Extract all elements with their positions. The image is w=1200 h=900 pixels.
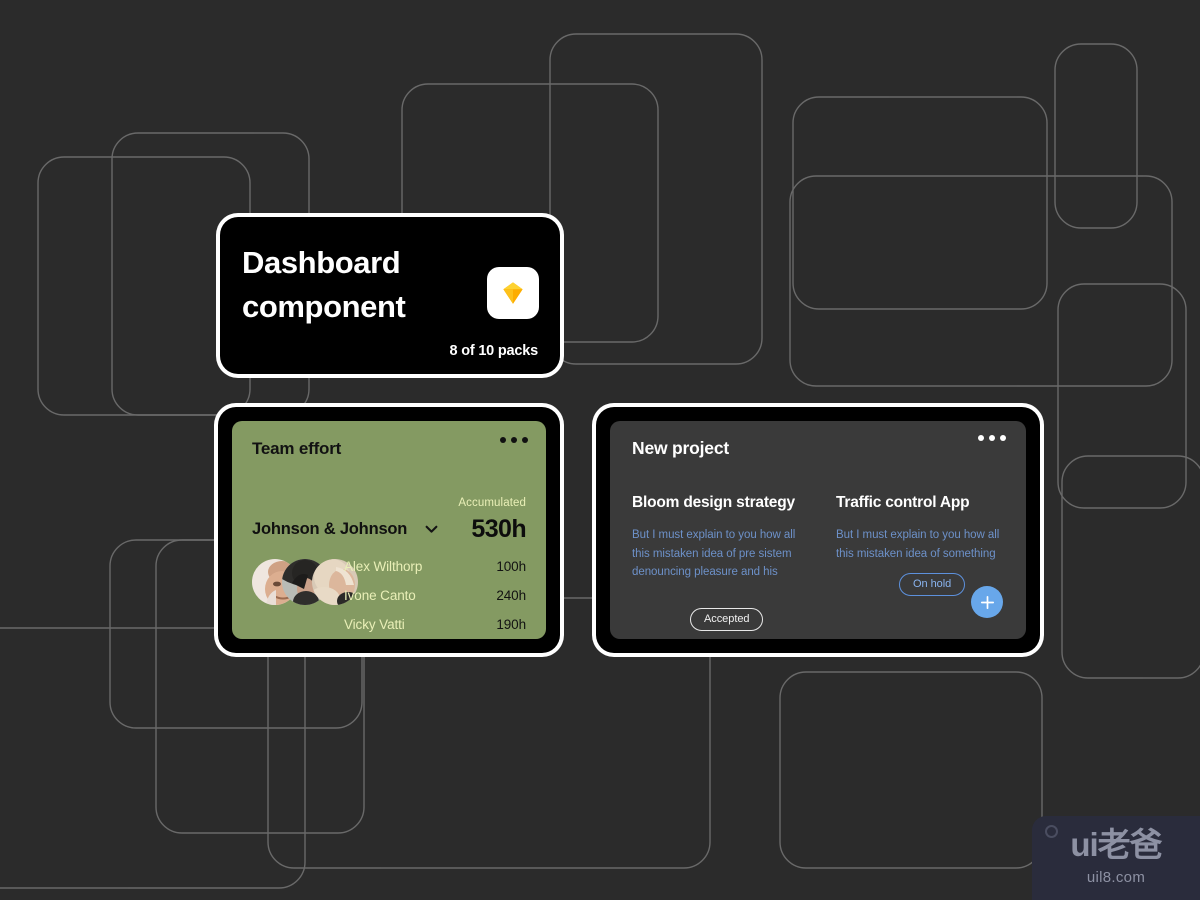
canvas: Dashboard component 8 of 10 packs Team e… (0, 0, 1200, 900)
total-hours: 530h (471, 515, 526, 543)
company-name: Johnson & Johnson (252, 520, 408, 538)
plus-icon (980, 595, 994, 609)
list-item: Vicky Vatti 190h (344, 617, 526, 632)
dashboard-card-inner: Dashboard component 8 of 10 packs (220, 217, 560, 374)
team-card-inner: Team effort Accumulated Johnson & Johnso… (218, 407, 560, 653)
project-item-title: Bloom design strategy (632, 494, 795, 511)
dashboard-component-card[interactable]: Dashboard component 8 of 10 packs (216, 213, 564, 378)
accumulated-label: Accumulated (458, 497, 526, 509)
watermark-logo: ui老爸 (1070, 826, 1162, 863)
project-item-traffic-control-app[interactable]: Traffic control App But I must explain t… (836, 493, 1004, 596)
list-item: Alex Wilthorp 100h (344, 559, 526, 574)
project-item-bloom-design-strategy[interactable]: Bloom design strategy But I must explain… (632, 493, 800, 631)
member-name: Alex Wilthorp (344, 559, 423, 574)
packs-count: 8 of 10 packs (449, 343, 539, 359)
dot (1000, 435, 1006, 441)
project-items: Bloom design strategy But I must explain… (632, 493, 1004, 631)
watermark-url: uil8.com (1086, 869, 1146, 886)
page-title: Dashboard component (242, 241, 482, 329)
dot (522, 437, 528, 443)
member-hours: 100h (496, 559, 526, 574)
dot (511, 437, 517, 443)
team-card-body: Team effort Accumulated Johnson & Johnso… (232, 421, 546, 639)
dot (989, 435, 995, 441)
member-name: Vicky Vatti (344, 617, 405, 632)
watermark: ui老爸 uil8.com (1032, 816, 1200, 900)
new-project-title: New project (632, 438, 729, 458)
chevron-down-icon[interactable] (425, 525, 438, 534)
dot (500, 437, 506, 443)
project-card-body: New project Bloom design strategy But I … (610, 421, 1026, 639)
dashboard-card-body: Dashboard component 8 of 10 packs (220, 217, 560, 374)
add-project-button[interactable] (971, 586, 1003, 618)
team-effort-card[interactable]: Team effort Accumulated Johnson & Johnso… (214, 403, 564, 657)
project-item-description: But I must explain to you how all this m… (836, 529, 1000, 560)
dot (978, 435, 984, 441)
project-card-inner: New project Bloom design strategy But I … (596, 407, 1040, 653)
list-item: Ivone Canto 240h (344, 588, 526, 603)
member-name: Ivone Canto (344, 588, 416, 603)
page-title-line-2: component (242, 289, 406, 325)
more-horizontal-icon[interactable] (500, 437, 528, 443)
avatar-group (252, 559, 358, 607)
company-selector-row: Johnson & Johnson 530h (252, 515, 527, 543)
member-hours-list: Alex Wilthorp 100h Ivone Canto 240h Vick… (344, 559, 526, 632)
member-hours: 240h (496, 588, 526, 603)
status-badge[interactable]: Accepted (690, 608, 764, 631)
new-project-card[interactable]: New project Bloom design strategy But I … (592, 403, 1044, 657)
status-badge[interactable]: On hold (899, 573, 966, 596)
project-item-title: Traffic control App (836, 494, 970, 511)
sketch-diamond-icon (487, 267, 539, 319)
member-hours: 190h (496, 617, 526, 632)
more-horizontal-icon[interactable] (978, 435, 1006, 441)
page-title-line-1: Dashboard (242, 245, 401, 280)
team-effort-title: Team effort (252, 439, 342, 458)
project-item-description: But I must explain to you how all this m… (632, 529, 796, 579)
